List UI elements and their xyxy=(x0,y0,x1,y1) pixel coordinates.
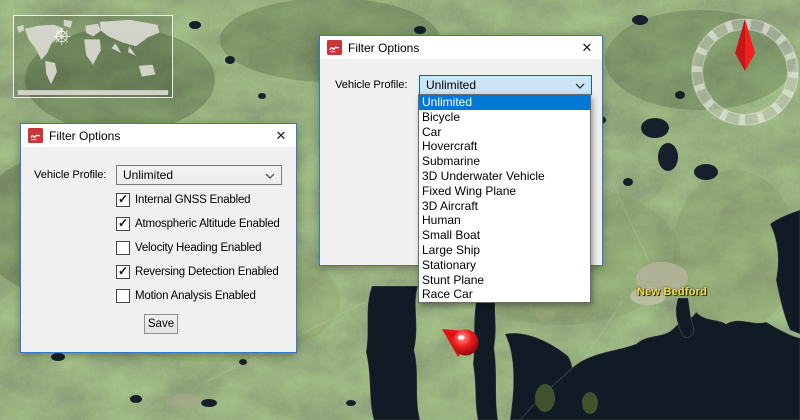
dialog-title: Filter Options xyxy=(49,129,120,143)
checkbox-row[interactable]: Motion Analysis Enabled xyxy=(116,288,256,304)
vehicle-profile-label: Vehicle Profile: xyxy=(335,79,407,91)
profile-option-list: Unlimited Bicycle Car Hovercraft Submari… xyxy=(418,94,591,303)
dropdown-option[interactable]: Stationary xyxy=(419,258,590,273)
checkbox-label: Motion Analysis Enabled xyxy=(135,290,256,302)
dropdown-option[interactable]: 3D Aircraft xyxy=(419,199,590,214)
combobox-value: Unlimited xyxy=(123,168,173,182)
combobox-value: Unlimited xyxy=(426,78,476,92)
dropdown-option[interactable]: Stunt Plane xyxy=(419,273,590,288)
title-bar[interactable]: Filter Options ✕ xyxy=(320,36,602,59)
dropdown-option[interactable]: Submarine xyxy=(419,154,590,169)
checkbox-label: Internal GNSS Enabled xyxy=(135,194,250,206)
world-map-overview[interactable] xyxy=(13,15,173,98)
close-icon[interactable]: ✕ xyxy=(576,37,598,58)
checkbox-row[interactable]: ✓ Internal GNSS Enabled xyxy=(116,192,250,208)
chevron-down-icon xyxy=(575,83,585,89)
app-window: New Bedford Filter Options ✕ Vehicle Pro… xyxy=(0,0,800,420)
dropdown-option[interactable]: Car xyxy=(419,125,590,140)
map-place-label: New Bedford xyxy=(637,286,707,298)
checkbox-icon[interactable] xyxy=(116,289,130,303)
dropdown-option[interactable]: Human xyxy=(419,213,590,228)
dropdown-option[interactable]: Unlimited xyxy=(419,95,590,110)
title-bar[interactable]: Filter Options ✕ xyxy=(21,124,296,147)
checkbox-label: Reversing Detection Enabled xyxy=(135,266,279,278)
dialog-title: Filter Options xyxy=(348,41,419,55)
app-logo-icon xyxy=(327,40,342,55)
red-map-pin[interactable] xyxy=(430,320,485,365)
filter-options-dialog-left: Filter Options ✕ Vehicle Profile: Unlimi… xyxy=(20,123,297,353)
dropdown-option[interactable]: Race Car xyxy=(419,287,590,302)
close-icon[interactable]: ✕ xyxy=(270,125,292,146)
chevron-down-icon xyxy=(265,173,275,179)
checkbox-icon[interactable]: ✓ xyxy=(116,265,130,279)
world-continents xyxy=(14,16,172,97)
checkbox-row[interactable]: Velocity Heading Enabled xyxy=(116,240,261,256)
dropdown-option[interactable]: Fixed Wing Plane xyxy=(419,184,590,199)
vehicle-profile-combobox-open[interactable]: Unlimited xyxy=(419,75,592,95)
dropdown-option[interactable]: Small Boat xyxy=(419,228,590,243)
checkbox-row[interactable]: ✓ Reversing Detection Enabled xyxy=(116,264,279,280)
vehicle-profile-combobox[interactable]: Unlimited xyxy=(116,165,282,185)
checkbox-label: Atmospheric Altitude Enabled xyxy=(135,218,280,230)
checkbox-icon[interactable]: ✓ xyxy=(116,193,130,207)
dropdown-option[interactable]: Large Ship xyxy=(419,243,590,258)
checkbox-row[interactable]: ✓ Atmospheric Altitude Enabled xyxy=(116,216,280,232)
vehicle-profile-label: Vehicle Profile: xyxy=(34,169,106,181)
save-button[interactable]: Save xyxy=(144,314,178,334)
app-logo-icon xyxy=(28,128,43,143)
checkbox-label: Velocity Heading Enabled xyxy=(135,242,261,254)
checkbox-icon[interactable]: ✓ xyxy=(116,217,130,231)
dropdown-option[interactable]: 3D Underwater Vehicle xyxy=(419,169,590,184)
dropdown-option[interactable]: Hovercraft xyxy=(419,139,590,154)
north-compass[interactable] xyxy=(690,17,800,127)
checkbox-icon[interactable] xyxy=(116,241,130,255)
dropdown-option[interactable]: Bicycle xyxy=(419,110,590,125)
